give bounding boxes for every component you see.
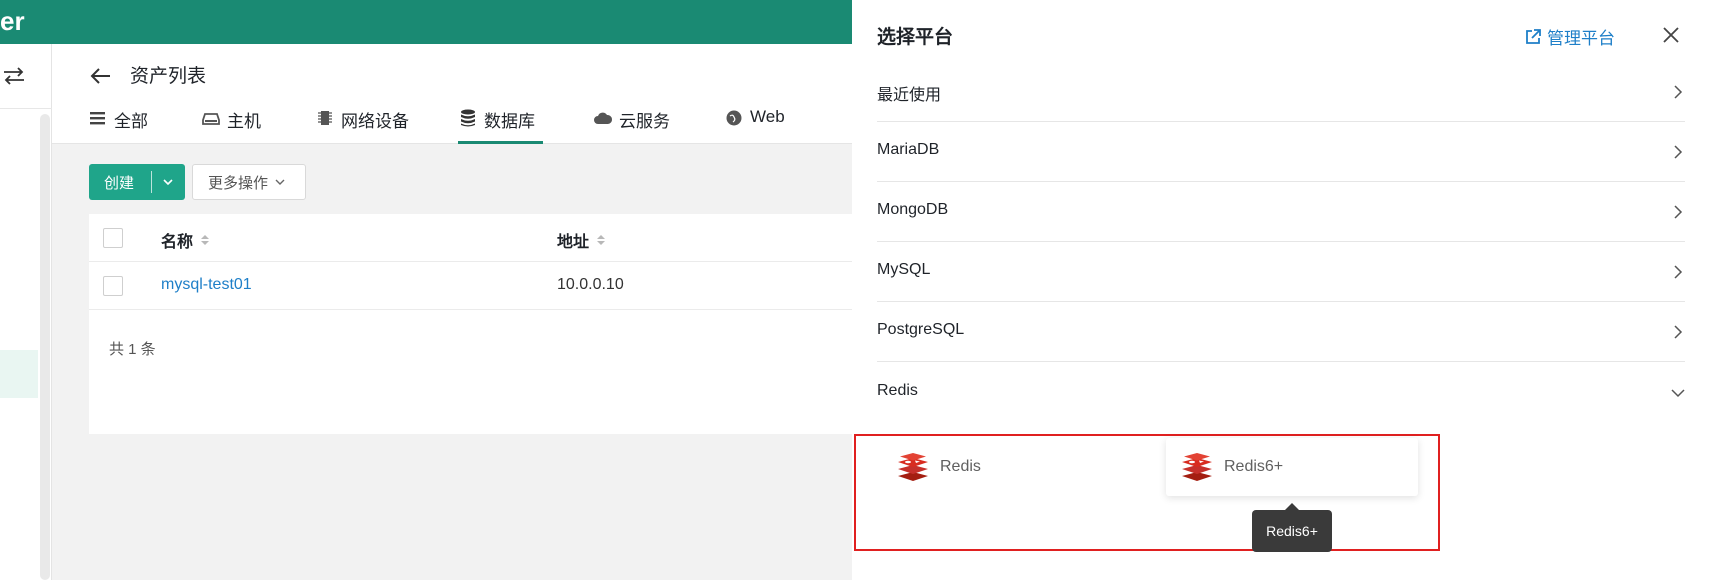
create-label: 创建 (104, 174, 135, 192)
column-header-label: 名称 (161, 234, 194, 251)
column-header-address[interactable]: 地址 (557, 228, 607, 252)
table-row: mysql-test01 10.0.0.10 (89, 262, 852, 310)
chevron-right-icon (1674, 145, 1683, 159)
tab-all[interactable]: 全部 (88, 100, 148, 144)
tab-cloud[interactable]: 云服务 (593, 100, 670, 144)
chevron-right-icon (1674, 325, 1683, 339)
category-mysql[interactable]: MySQL (877, 242, 1685, 302)
select-platform-drawer: 选择平台 管理平台 最近使用 MariaDB MongoDB MySQL Pos… (852, 0, 1710, 580)
page-header: 资产列表 全部 主机 网络设备 数据库 云服务 Web (52, 44, 852, 144)
asset-address: 10.0.0.10 (557, 276, 624, 293)
sidebar-item-active[interactable] (0, 350, 38, 398)
main-content: 资产列表 全部 主机 网络设备 数据库 云服务 Web 创建 更多操作 名称 地… (52, 44, 852, 580)
host-icon (202, 113, 220, 125)
create-button[interactable]: 创建 (89, 164, 185, 200)
column-header-name[interactable]: 名称 (161, 228, 211, 252)
chip-icon (318, 111, 332, 125)
tab-label: 网络设备 (341, 112, 409, 131)
column-header-label: 地址 (557, 234, 590, 251)
sidebar (0, 44, 52, 580)
create-dropdown-toggle[interactable] (152, 164, 184, 200)
tab-label: 主机 (227, 112, 261, 131)
globe-icon (726, 110, 742, 126)
page-title: 资产列表 (130, 66, 207, 87)
chevron-right-icon (1674, 85, 1683, 99)
tab-database[interactable]: 数据库 (458, 100, 543, 144)
category-recently-used[interactable]: 最近使用 (877, 62, 1685, 122)
category-label: 最近使用 (877, 87, 942, 104)
category-label: MySQL (877, 261, 931, 278)
list-icon (90, 112, 105, 125)
tooltip-arrow (1285, 503, 1299, 510)
tab-label: 全部 (114, 112, 148, 131)
row-checkbox[interactable] (103, 276, 123, 296)
manage-platform-label: 管理平台 (1547, 29, 1615, 48)
category-mariadb[interactable]: MariaDB (877, 122, 1685, 182)
database-icon (461, 109, 475, 127)
category-mongodb[interactable]: MongoDB (877, 182, 1685, 242)
category-label: Redis (877, 382, 918, 399)
category-label: PostgreSQL (877, 321, 965, 338)
external-link-icon (1526, 28, 1541, 44)
redis-logo-icon (898, 453, 928, 481)
back-arrow-icon[interactable] (88, 64, 114, 88)
platform-tooltip: Redis6+ (1252, 510, 1332, 552)
chevron-right-icon (1674, 205, 1683, 219)
category-redis[interactable]: Redis (877, 363, 1685, 423)
category-label: MariaDB (877, 141, 940, 158)
redis-logo-icon (1182, 453, 1212, 481)
platform-name: Redis (940, 458, 981, 475)
chevron-down-icon (1671, 389, 1685, 398)
more-actions-label: 更多操作 (208, 174, 269, 192)
sidebar-scrollbar[interactable] (40, 114, 50, 580)
category-postgresql[interactable]: PostgreSQL (877, 302, 1685, 362)
sort-icon (201, 235, 210, 245)
sort-icon (597, 235, 606, 245)
platform-redis6-plus[interactable]: Redis6+ (1166, 438, 1418, 496)
table-header-row: 名称 地址 (89, 214, 852, 262)
chevron-down-icon (275, 179, 285, 185)
category-label: MongoDB (877, 201, 949, 218)
more-actions-button[interactable]: 更多操作 (192, 164, 306, 200)
asset-table: 名称 地址 mysql-test01 10.0.0.10 共 1 条 (89, 214, 852, 434)
swap-icon[interactable] (0, 62, 28, 90)
cloud-icon (594, 112, 613, 124)
brand-logo-text: er (0, 6, 25, 36)
chevron-down-icon (163, 179, 173, 186)
chevron-right-icon (1674, 265, 1683, 279)
close-icon[interactable] (1660, 24, 1682, 46)
sidebar-divider (0, 108, 52, 109)
tab-label: 云服务 (619, 112, 670, 131)
tab-web[interactable]: Web (724, 100, 785, 144)
platform-redis[interactable]: Redis (896, 438, 1148, 496)
total-count: 共 1 条 (109, 341, 156, 358)
tab-host[interactable]: 主机 (201, 100, 261, 144)
drawer-title: 选择平台 (877, 27, 954, 48)
asset-name-link[interactable]: mysql-test01 (161, 276, 252, 294)
tab-network-device[interactable]: 网络设备 (315, 100, 409, 144)
manage-platform-link[interactable]: 管理平台 (1524, 24, 1615, 49)
select-all-checkbox[interactable] (103, 228, 123, 248)
tab-label: 数据库 (484, 112, 535, 131)
platform-name: Redis6+ (1224, 458, 1284, 475)
tab-label: Web (750, 107, 785, 126)
